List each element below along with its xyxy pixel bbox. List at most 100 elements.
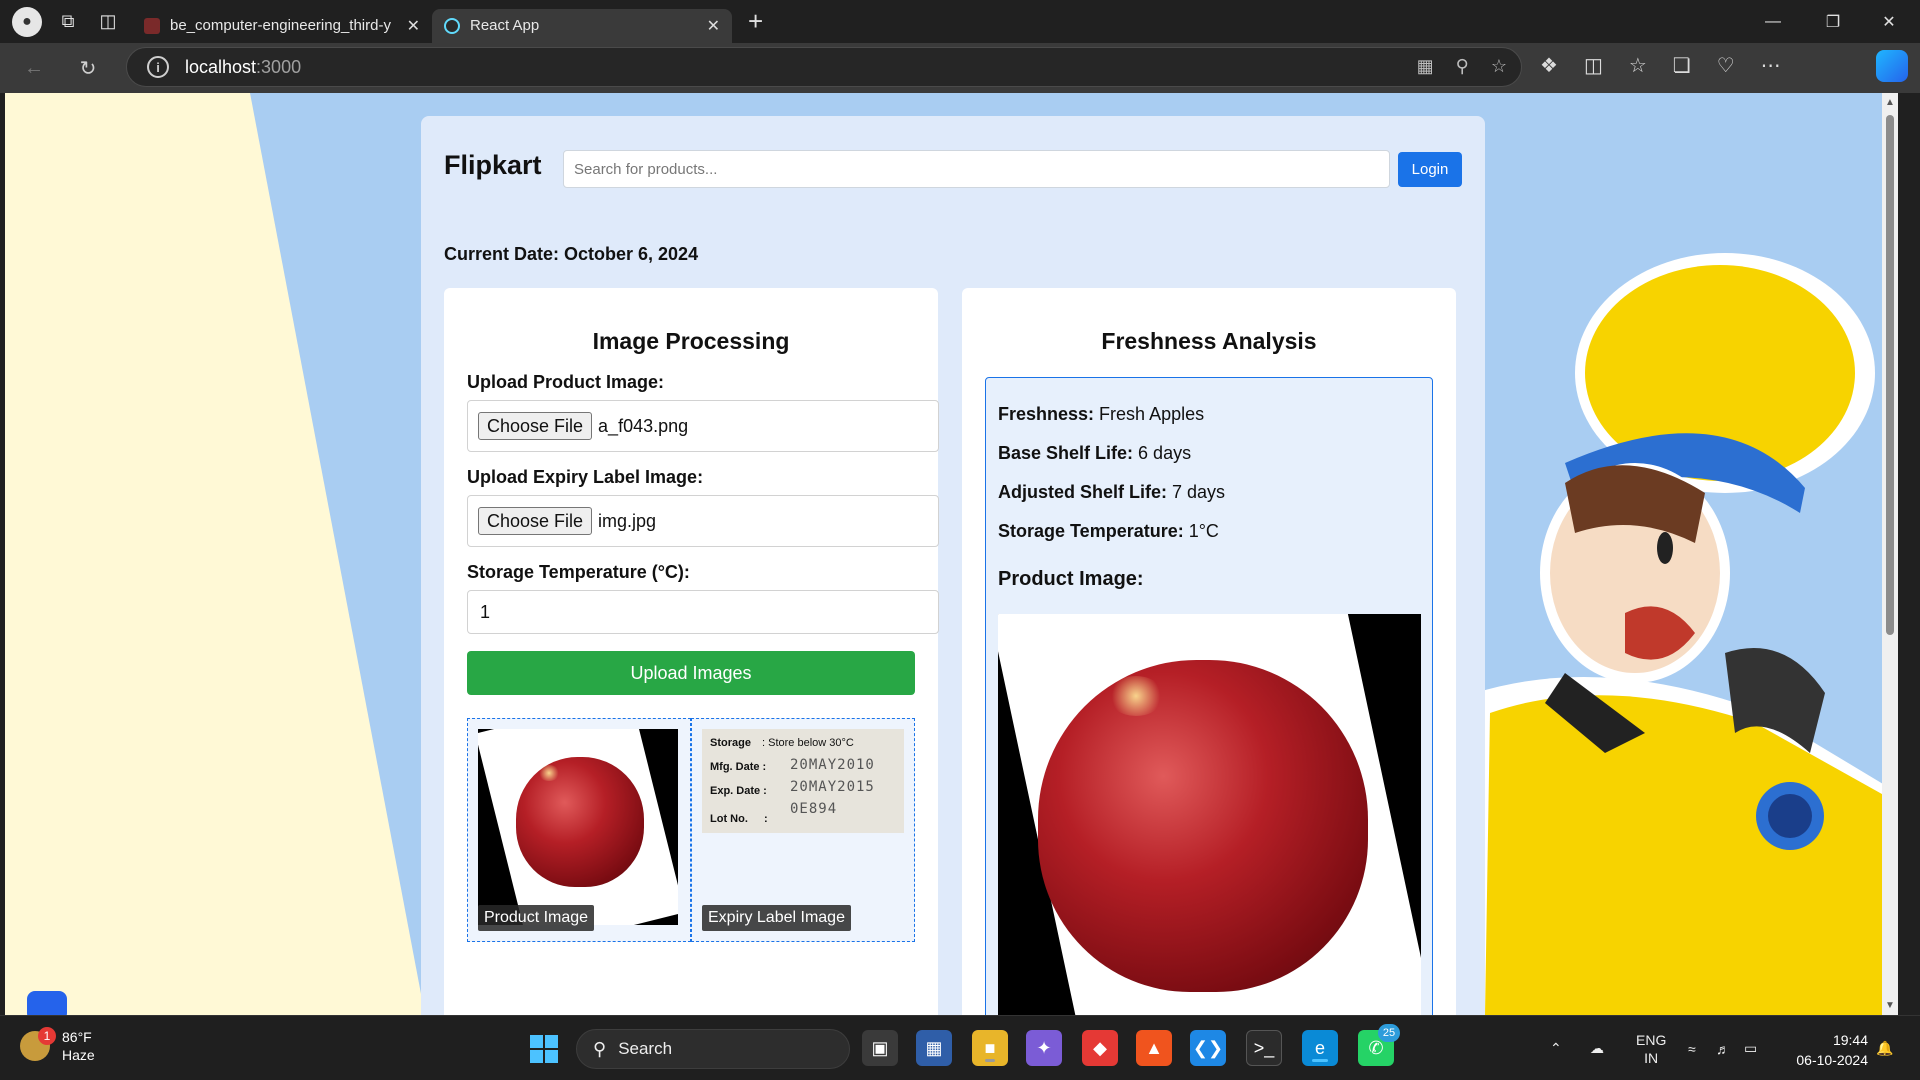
tab-react-app[interactable]: React App ✕ [432,8,732,43]
weather-icon: 1 [20,1027,56,1061]
product-file-name: a_f043.png [598,415,689,436]
copilot-app-icon[interactable]: ✦ [1026,1030,1062,1066]
copilot-icon[interactable] [1876,50,1908,82]
windows-taskbar: 1 86°F Haze ⚲ Search ▣ ▦ ■ ✦ ◆ ▲ ❮❯ >_ e… [0,1015,1920,1080]
page-viewport: Flipkart Login Current Date: October 6, … [5,93,1898,1015]
scroll-up-icon[interactable]: ▲ [1885,97,1895,108]
workspaces-icon[interactable]: ⧉ [54,8,82,36]
choose-file-button[interactable]: Choose File [478,507,593,535]
tab-title: be_computer-engineering_third-y [170,17,391,34]
freshness-result: Freshness: Fresh Apples [998,404,1205,424]
weather-badge: 1 [38,1027,56,1045]
page-scrollbar[interactable]: ▲ ▼ [1882,93,1898,1015]
storage-temperature-input[interactable]: 1 [467,590,939,634]
freshness-analysis-card: Freshness Analysis Freshness: Fresh Appl… [962,288,1456,1015]
weather-widget[interactable]: 1 86°F Haze [20,1027,95,1064]
back-icon[interactable]: ← [14,48,54,88]
close-tab-icon[interactable]: ✕ [707,16,720,36]
whatsapp-badge: 25 [1378,1024,1400,1042]
app-container: Flipkart Login Current Date: October 6, … [421,116,1485,1015]
notifications-icon[interactable]: 🔔 [1876,1016,1893,1080]
storage-temperature-result: Storage Temperature: 1°C [998,521,1219,541]
scrollbar-thumb[interactable] [1886,115,1894,635]
analysis-product-image [998,614,1421,1015]
onedrive-icon[interactable]: ☁ [1590,1016,1604,1080]
system-clock[interactable]: 19:44 06-10-2024 [1780,1030,1868,1070]
product-image-heading: Product Image: [998,568,1144,590]
git-app-icon[interactable]: ◆ [1082,1030,1118,1066]
login-button[interactable]: Login [1398,152,1462,187]
weather-temp: 86°F [62,1029,92,1045]
browser-tab-bar: ● ⧉ ◫ be_computer-engineering_third-y ✕ … [0,0,1920,43]
expiry-image-file-input[interactable]: Choose File img.jpg [467,495,939,547]
app-available-icon[interactable]: ▦ [1417,56,1434,77]
close-tab-icon[interactable]: ✕ [407,16,420,36]
edge-browser-icon[interactable]: e [1302,1030,1338,1066]
favorite-star-icon[interactable]: ☆ [1491,56,1507,77]
address-toolbar: ← ↻ i localhost:3000 ▦ ⚲ ☆ ❖ ◫ ☆ ❏ ♡ ⋯ [0,43,1920,93]
tab-title: React App [470,17,540,34]
choose-file-button[interactable]: Choose File [478,412,593,440]
minimize-icon[interactable]: — [1746,0,1800,43]
expiry-label-caption: Expiry Label Image [702,905,851,931]
url-port: :3000 [256,56,302,77]
product-thumbnail [478,729,678,925]
expiry-label-thumbnail: Storage : Store below 30°C Mfg. Date : 2… [702,729,904,833]
freshness-result-box: Freshness: Fresh Apples Base Shelf Life:… [985,377,1433,1015]
weather-condition: Haze [62,1047,95,1063]
vscode-icon[interactable]: ❮❯ [1190,1030,1226,1066]
product-image-label: Upload Product Image: [467,372,665,392]
site-info-icon[interactable]: i [147,56,169,78]
storage-temperature-label: Storage Temperature (°C): [467,562,690,582]
task-view-icon[interactable]: ▣ [862,1030,898,1066]
wifi-icon[interactable]: ≈ [1688,1016,1696,1080]
extensions-icon[interactable]: ❖ [1540,53,1558,78]
start-button[interactable] [530,1035,558,1063]
current-date: Current Date: October 6, 2024 [444,244,699,264]
file-explorer-icon[interactable]: ■ [972,1030,1008,1066]
pdf-favicon-icon [144,17,160,34]
collections-icon[interactable]: ❏ [1673,53,1691,78]
terminal-icon[interactable]: >_ [1246,1030,1282,1066]
brand-logo[interactable]: Flipkart [444,150,564,181]
product-image-file-input[interactable]: Choose File a_f043.png [467,400,939,452]
refresh-icon[interactable]: ↻ [68,48,108,88]
zoom-icon[interactable]: ⚲ [1456,56,1469,77]
restore-icon[interactable]: ❐ [1806,0,1860,43]
clock-date: 06-10-2024 [1796,1052,1868,1068]
brave-browser-icon[interactable]: ▲ [1136,1030,1172,1066]
search-input[interactable] [563,150,1390,188]
language-indicator[interactable]: ENG IN [1636,1016,1666,1080]
url-host: localhost [185,56,257,77]
split-screen-icon[interactable]: ◫ [1584,53,1603,78]
expiry-image-label: Upload Expiry Label Image: [467,467,704,487]
more-menu-icon[interactable]: ⋯ [1761,53,1781,78]
new-tab-icon[interactable]: + [748,6,763,37]
product-image-preview: Product Image [467,718,691,942]
search-icon: ⚲ [593,1038,607,1059]
whatsapp-icon[interactable]: ✆ 25 [1358,1024,1400,1066]
floating-widget-icon[interactable] [27,991,67,1015]
taskbar-search[interactable]: ⚲ Search [576,1029,850,1069]
scroll-down-icon[interactable]: ▼ [1885,1000,1895,1011]
tab-be-computer-engineering[interactable]: be_computer-engineering_third-y ✕ [132,9,432,43]
close-window-icon[interactable]: ✕ [1862,0,1916,43]
delivery-mascot-illustration [1465,253,1898,1015]
image-processing-card: Image Processing Upload Product Image: C… [444,288,939,1015]
taskbar-search-label: Search [618,1039,673,1058]
browser-essentials-icon[interactable]: ♡ [1717,53,1735,78]
image-processing-title: Image Processing [592,328,790,354]
product-image-caption: Product Image [478,905,595,931]
show-hidden-icons[interactable]: ⌃ [1550,1016,1562,1080]
tab-actions-icon[interactable]: ◫ [94,8,122,36]
upload-images-button[interactable]: Upload Images [467,651,915,695]
volume-icon[interactable]: ♬ [1716,1016,1730,1080]
expiry-file-name: img.jpg [598,510,657,531]
profile-icon[interactable]: ● [12,6,42,37]
app-header: Flipkart [444,150,564,181]
battery-icon[interactable]: ▭ [1744,1016,1757,1080]
microsoft-store-icon[interactable]: ▦ [916,1030,952,1066]
freshness-analysis-title: Freshness Analysis [1101,328,1317,354]
favorites-icon[interactable]: ☆ [1629,53,1647,78]
address-bar[interactable]: i localhost:3000 ▦ ⚲ ☆ [126,47,1522,87]
